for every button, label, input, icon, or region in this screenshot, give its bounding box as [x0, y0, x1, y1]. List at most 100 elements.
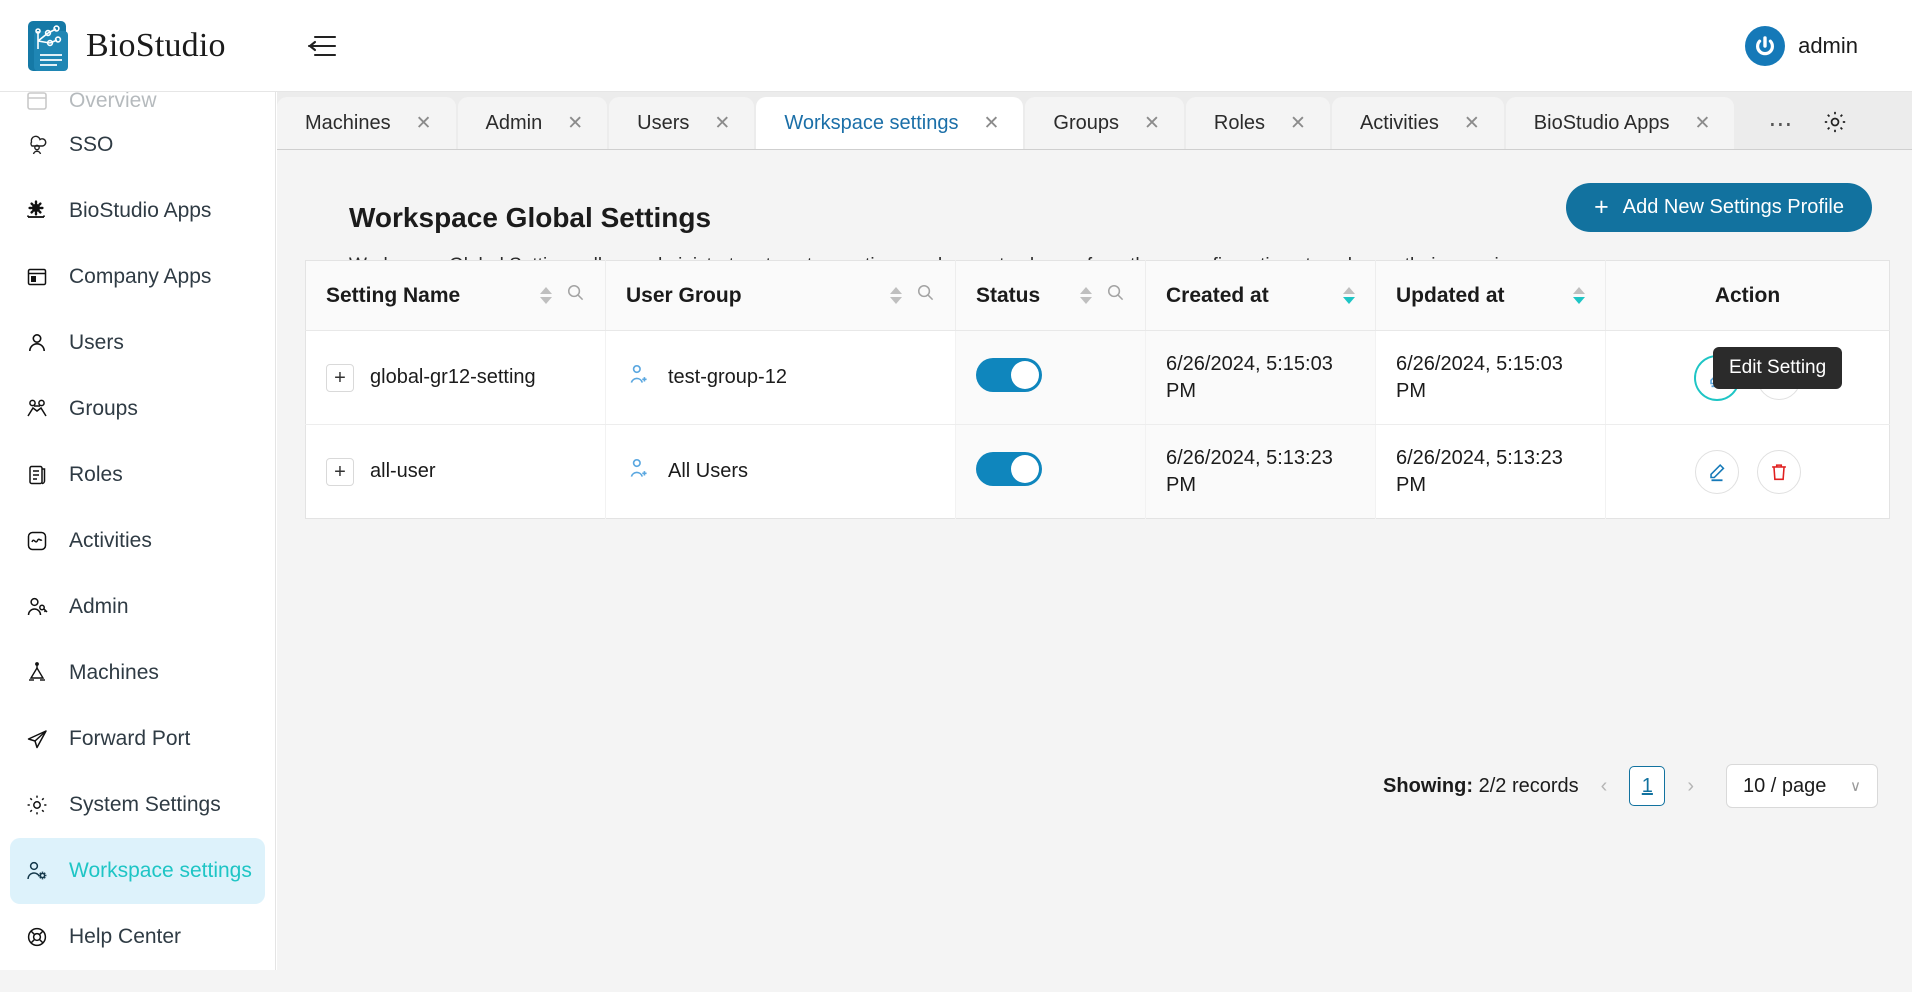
- sidebar-item-groups[interactable]: Groups: [10, 376, 265, 442]
- tab-label: BioStudio Apps: [1533, 111, 1670, 134]
- search-setting-name-icon[interactable]: [566, 283, 585, 308]
- page-title: Workspace Global Settings: [349, 202, 712, 233]
- column-setting-name[interactable]: Setting Name: [305, 260, 606, 331]
- edit-setting-button[interactable]: [1694, 449, 1739, 494]
- biostudio-logo-icon: [26, 19, 72, 73]
- tab-biostudio-apps[interactable]: BioStudio Apps ✕: [1505, 97, 1735, 149]
- chevron-down-icon: ∨: [1850, 778, 1861, 795]
- next-page-button[interactable]: ›: [1681, 775, 1700, 798]
- tab-roles[interactable]: Roles ✕: [1185, 97, 1330, 149]
- sidebar-item-label: Roles: [69, 463, 123, 486]
- sidebar-item-biostudio-apps[interactable]: BioStudio Apps: [10, 178, 265, 244]
- cell-user-group: All Users: [605, 424, 956, 519]
- status-toggle[interactable]: [976, 357, 1042, 392]
- tab-bar: Machines ✕ Admin ✕ Users ✕ Workspace set…: [277, 92, 1912, 150]
- column-user-group[interactable]: User Group: [605, 260, 956, 331]
- sort-setting-name-icon[interactable]: [540, 287, 552, 304]
- tab-users[interactable]: Users ✕: [609, 97, 755, 149]
- expand-row-icon[interactable]: +: [326, 363, 354, 392]
- sidebar-item-label: SSO: [69, 133, 114, 156]
- cell-created-at: 6/26/2024, 5:13:23 PM: [1145, 424, 1376, 519]
- sort-created-at-icon[interactable]: [1343, 287, 1355, 304]
- window-app-icon: [24, 264, 50, 290]
- paper-plane-icon: [24, 726, 50, 752]
- tab-overflow-icon[interactable]: ⋯: [1752, 110, 1810, 139]
- page-size-select[interactable]: 10 / page ∨: [1726, 764, 1878, 808]
- column-label: Updated at: [1396, 283, 1505, 307]
- roles-scroll-icon: [24, 462, 50, 488]
- user-menu[interactable]: admin: [1745, 25, 1858, 66]
- sort-status-icon[interactable]: [1080, 287, 1092, 304]
- sidebar-item-company-apps[interactable]: Company Apps: [10, 244, 265, 310]
- tab-activities[interactable]: Activities ✕: [1331, 97, 1504, 149]
- tab-label: Admin: [485, 111, 543, 134]
- close-icon[interactable]: ✕: [714, 114, 730, 133]
- sidebar-item-label: Groups: [69, 397, 138, 420]
- prev-page-button[interactable]: ‹: [1595, 775, 1614, 798]
- add-button-label: Add New Settings Profile: [1622, 196, 1844, 218]
- sidebar-bottom-strip: [0, 970, 277, 992]
- tab-workspace-settings[interactable]: Workspace settings ✕: [756, 97, 1024, 149]
- expand-row-icon[interactable]: +: [326, 457, 354, 486]
- close-icon[interactable]: ✕: [1464, 114, 1480, 133]
- tab-groups[interactable]: Groups ✕: [1025, 97, 1184, 149]
- close-icon[interactable]: ✕: [1290, 114, 1306, 133]
- close-icon[interactable]: ✕: [1694, 114, 1710, 133]
- sidebar-item-workspace-settings[interactable]: Workspace settings: [10, 838, 265, 904]
- tab-label: Users: [637, 111, 690, 134]
- sidebar-item-admin[interactable]: Admin: [10, 574, 265, 640]
- sidebar-item-label: Machines: [69, 661, 159, 684]
- table-row[interactable]: + global-gr12-setting test-group-12 6/26…: [305, 330, 1890, 425]
- sidebar-item-activities[interactable]: Activities: [10, 508, 265, 574]
- sidebar-item-label: BioStudio Apps: [69, 199, 212, 222]
- sidebar-nav: Overview SSO BioStudio Apps Company Apps…: [0, 92, 275, 970]
- machine-icon: [24, 660, 50, 686]
- page-size-value: 10 / page: [1743, 774, 1827, 797]
- tab-label: Activities: [1359, 111, 1439, 134]
- close-icon[interactable]: ✕: [567, 114, 583, 133]
- delete-setting-button[interactable]: [1756, 449, 1801, 494]
- sidebar-item-system-settings[interactable]: System Settings: [10, 772, 265, 838]
- sidebar-item-roles[interactable]: Roles: [10, 442, 265, 508]
- cell-created-at: 6/26/2024, 5:15:03 PM: [1145, 330, 1376, 425]
- column-status[interactable]: Status: [955, 260, 1146, 331]
- lifebuoy-icon: [24, 924, 50, 950]
- sort-updated-at-icon[interactable]: [1573, 287, 1585, 304]
- sidebar-item-label: System Settings: [69, 793, 221, 816]
- plus-icon: +: [1594, 193, 1609, 221]
- tab-machines[interactable]: Machines ✕: [277, 97, 456, 149]
- user-group-add-icon: [626, 456, 652, 488]
- table-row[interactable]: + all-user All Users 6/26/2024, 5:13:23 …: [305, 424, 1890, 519]
- sidebar-item-label: Overview: [69, 92, 157, 110]
- column-label: User Group: [626, 283, 742, 307]
- tab-admin[interactable]: Admin ✕: [457, 97, 608, 149]
- brand[interactable]: BioStudio: [26, 19, 226, 73]
- column-label: Action: [1714, 283, 1781, 307]
- search-user-group-icon[interactable]: [916, 283, 935, 308]
- sidebar-item-label: Activities: [69, 529, 152, 552]
- sort-user-group-icon[interactable]: [890, 287, 902, 304]
- sidebar-item-machines[interactable]: Machines: [10, 640, 265, 706]
- close-icon[interactable]: ✕: [1144, 114, 1160, 133]
- showing-label-text: Showing:: [1383, 774, 1474, 797]
- column-created-at[interactable]: Created at: [1145, 260, 1376, 331]
- sidebar-item-overview[interactable]: Overview: [10, 92, 265, 110]
- user-gear-icon: [24, 858, 50, 884]
- collapse-menu-icon[interactable]: [300, 24, 344, 68]
- sidebar-item-help-center[interactable]: Help Center: [10, 904, 265, 970]
- sidebar-item-sso[interactable]: SSO: [10, 112, 265, 178]
- app-root: BioStudio admin Overview SSO BioStudio A…: [0, 0, 1912, 992]
- add-new-settings-profile-button[interactable]: + Add New Settings Profile: [1566, 183, 1872, 232]
- tab-settings-gear-icon[interactable]: [1822, 109, 1848, 140]
- close-icon[interactable]: ✕: [416, 114, 432, 133]
- settings-table: Setting Name User Group Status Created a…: [305, 260, 1890, 519]
- column-updated-at[interactable]: Updated at: [1375, 260, 1606, 331]
- power-avatar-icon: [1745, 25, 1786, 66]
- page-1-button[interactable]: 1: [1629, 766, 1666, 806]
- brand-name: BioStudio: [86, 26, 226, 64]
- sidebar-item-forward-port[interactable]: Forward Port: [10, 706, 265, 772]
- sidebar-item-users[interactable]: Users: [10, 310, 265, 376]
- status-toggle[interactable]: [976, 451, 1042, 486]
- close-icon[interactable]: ✕: [983, 114, 999, 133]
- search-status-icon[interactable]: [1106, 283, 1125, 308]
